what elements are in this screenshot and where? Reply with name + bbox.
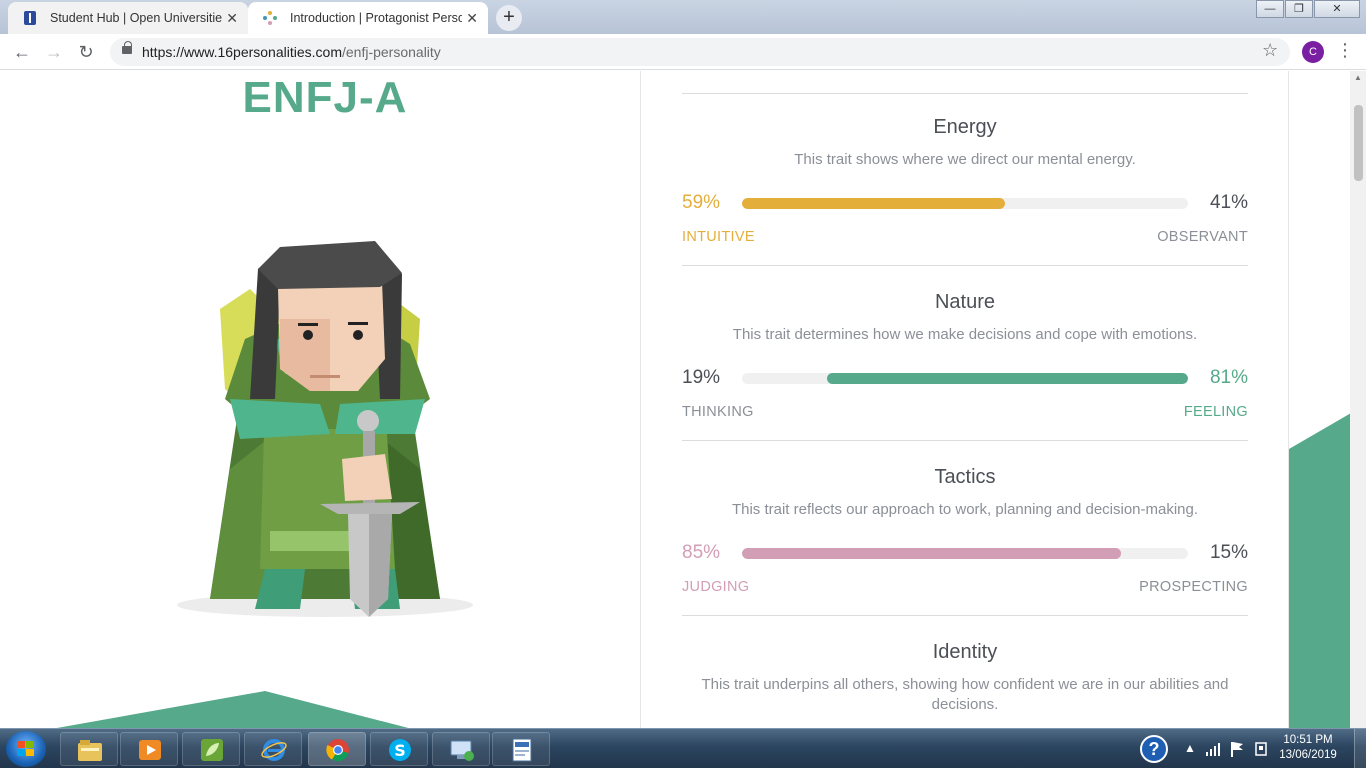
- start-button[interactable]: [6, 731, 46, 767]
- trait-left-percent: 59%: [682, 192, 721, 213]
- skype-button[interactable]: S: [370, 732, 428, 766]
- help-icon[interactable]: ?: [1140, 735, 1168, 763]
- windows-flag-icon: [17, 741, 34, 756]
- skype-icon: S: [389, 739, 411, 761]
- trait-bar: [742, 373, 1188, 384]
- action-center-flag-icon[interactable]: [1230, 741, 1244, 757]
- decorative-green-shape: [56, 691, 409, 728]
- internet-explorer-icon: [261, 739, 287, 761]
- trait-bar: [742, 198, 1188, 209]
- trait-right-percent: 81%: [1209, 367, 1248, 388]
- remote-desktop-button[interactable]: [432, 732, 490, 766]
- bookmark-star-icon[interactable]: ☆: [1262, 40, 1278, 61]
- clock-date: 13/06/2019: [1279, 749, 1337, 761]
- trait-left-percent: 19%: [682, 367, 721, 388]
- file-explorer-icon: [78, 740, 102, 761]
- browser-toolbar: ← → ↻ https://www.16personalities.com/en…: [0, 34, 1366, 70]
- decorative-green-shape: [1289, 413, 1350, 728]
- trait-right-percent: 41%: [1209, 192, 1248, 213]
- reload-icon[interactable]: ↻: [74, 40, 98, 64]
- open-universities-favicon-icon: [24, 11, 36, 25]
- remote-desktop-icon: [450, 740, 474, 761]
- traits-panel: Energy This trait shows where we direct …: [682, 71, 1248, 728]
- media-player-button[interactable]: [120, 732, 178, 766]
- back-arrow-icon[interactable]: ←: [10, 40, 34, 64]
- system-clock[interactable]: 10:51 PM 13/06/2019: [1272, 733, 1344, 763]
- url-host: https://www.16personalities.com: [142, 44, 342, 60]
- media-player-icon: [139, 740, 161, 760]
- trait-right-label: FEELING: [1183, 404, 1248, 420]
- trait-right-label: OBSERVANT: [1157, 229, 1248, 245]
- page-content: ENFJ-A Energy This trait shows where we …: [0, 71, 1350, 728]
- network-signal-icon[interactable]: [1206, 742, 1222, 756]
- trait-left-label: JUDGING: [682, 579, 750, 595]
- divider: [682, 615, 1248, 616]
- restore-button[interactable]: ❐: [1285, 0, 1313, 18]
- window-controls: — ❐ ✕: [1255, 0, 1360, 18]
- url-path: /enfj-personality: [341, 44, 441, 60]
- 16personalities-favicon-icon: [263, 11, 277, 25]
- minimize-button[interactable]: —: [1256, 0, 1284, 18]
- new-tab-button[interactable]: +: [496, 5, 522, 31]
- trait-description: This trait underpins all others, showing…: [701, 676, 1229, 713]
- trait-name: Tactics: [934, 466, 996, 488]
- address-bar[interactable]: https://www.16personalities.com/enfj-per…: [110, 38, 1290, 66]
- right-decoration: [1288, 71, 1350, 728]
- chrome-button[interactable]: [308, 732, 366, 766]
- trait-description: This trait reflects our approach to work…: [731, 501, 1199, 518]
- chrome-icon: [326, 739, 349, 762]
- divider: [682, 93, 1248, 94]
- show-hidden-icons-chevron-icon[interactable]: ▲: [1184, 741, 1196, 755]
- trait-left-label: INTUITIVE: [682, 229, 755, 245]
- trait-name: Nature: [934, 291, 996, 313]
- divider: [682, 265, 1248, 266]
- trait-nature: Nature This trait determines how we make…: [682, 291, 1248, 443]
- device-icon[interactable]: [1253, 741, 1269, 757]
- tab-protagonist[interactable]: Introduction | Protagonist Person ✕: [248, 2, 488, 34]
- windows-taskbar: S ? ▲ 10:51 PM 13/06/2019: [0, 728, 1366, 768]
- clock-time: 10:51 PM: [1283, 734, 1333, 746]
- svg-text:S: S: [394, 741, 406, 760]
- protagonist-character-illustration: [177, 241, 473, 617]
- tab-title: Student Hub | Open Universities: [50, 11, 222, 25]
- divider: [682, 440, 1248, 441]
- menu-kebab-icon[interactable]: ⋮: [1336, 40, 1354, 61]
- document-button[interactable]: [492, 732, 550, 766]
- trait-bar: [742, 548, 1188, 559]
- scroll-up-icon[interactable]: ▲: [1354, 73, 1362, 82]
- forward-arrow-icon[interactable]: →: [42, 40, 66, 64]
- show-desktop-button[interactable]: [1354, 729, 1366, 768]
- close-window-button[interactable]: ✕: [1314, 0, 1360, 18]
- tab-close-icon[interactable]: ✕: [466, 10, 478, 27]
- trait-left-label: THINKING: [682, 404, 754, 420]
- profile-avatar[interactable]: C: [1302, 41, 1324, 63]
- trait-bar-fill: [826, 373, 1188, 384]
- lock-icon: [122, 41, 132, 54]
- trait-description: This trait shows where we direct our men…: [794, 151, 1136, 168]
- personality-type-column: ENFJ-A: [0, 71, 641, 728]
- trait-description: This trait determines how we make decisi…: [732, 326, 1198, 343]
- tab-student-hub[interactable]: Student Hub | Open Universities ✕: [8, 2, 248, 34]
- tab-title: Introduction | Protagonist Person: [290, 11, 462, 25]
- page-scrollbar[interactable]: ▲: [1350, 71, 1366, 728]
- trait-right-percent: 15%: [1209, 542, 1248, 563]
- notepad-leaf-button[interactable]: [182, 732, 240, 766]
- notepad-leaf-icon: [201, 739, 223, 761]
- file-explorer-button[interactable]: [60, 732, 118, 766]
- tab-strip: Student Hub | Open Universities ✕ Introd…: [0, 0, 1366, 34]
- trait-bar-fill: [742, 548, 1122, 559]
- trait-name: Identity: [932, 641, 998, 663]
- trait-left-percent: 85%: [682, 542, 721, 563]
- trait-tactics: Tactics This trait reflects our approach…: [682, 466, 1248, 618]
- personality-type-title: ENFJ-A: [242, 73, 408, 122]
- scrollbar-thumb[interactable]: [1354, 105, 1363, 181]
- trait-bar-fill: [742, 198, 1006, 209]
- trait-right-label: PROSPECTING: [1139, 579, 1248, 595]
- document-icon: [512, 738, 532, 762]
- tab-close-icon[interactable]: ✕: [226, 10, 238, 27]
- trait-name: Energy: [933, 116, 997, 138]
- trait-identity: Identity This trait underpins all others…: [682, 641, 1248, 728]
- trait-energy: Energy This trait shows where we direct …: [682, 116, 1248, 268]
- internet-explorer-button[interactable]: [244, 732, 302, 766]
